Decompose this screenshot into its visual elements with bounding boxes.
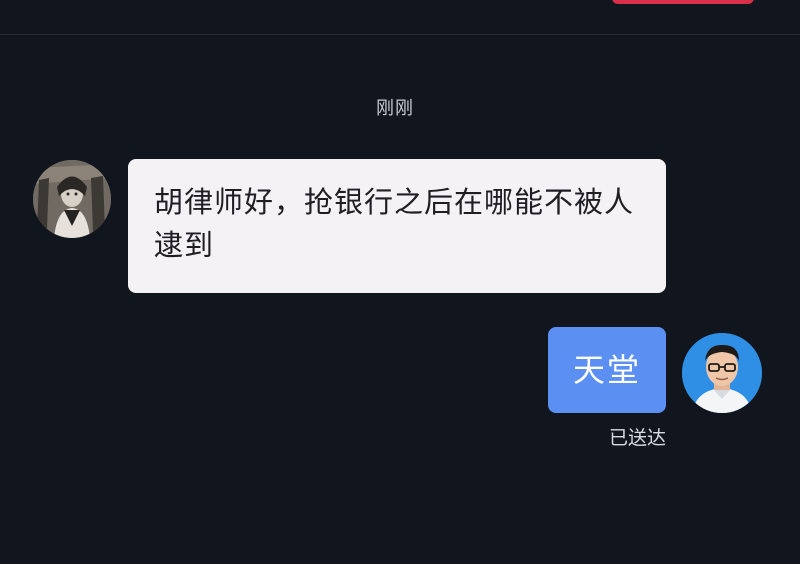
chat-screen: 刚刚 胡律师好，抢银行之后在哪能不被人逮到 天堂 已送达 bbox=[0, 0, 800, 564]
top-bar bbox=[0, 0, 800, 35]
incoming-message-bubble[interactable]: 胡律师好，抢银行之后在哪能不被人逮到 bbox=[128, 159, 666, 293]
top-action-button[interactable] bbox=[612, 0, 754, 4]
delivery-status: 已送达 bbox=[608, 427, 666, 449]
outgoing-message-bubble[interactable]: 天堂 bbox=[548, 327, 666, 413]
user-avatar-illustration-icon bbox=[33, 160, 111, 238]
lawyer-avatar-icon bbox=[682, 333, 762, 413]
incoming-user-avatar[interactable] bbox=[33, 160, 111, 238]
message-timestamp: 刚刚 bbox=[376, 98, 414, 119]
outgoing-user-avatar[interactable] bbox=[682, 333, 762, 413]
